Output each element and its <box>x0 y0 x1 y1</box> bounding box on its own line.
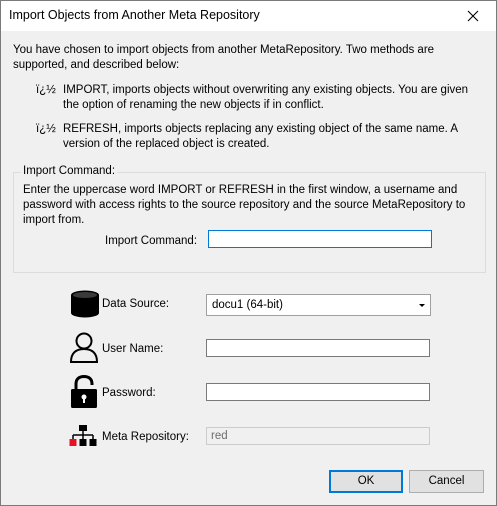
import-bullet: ï¿½ IMPORT, imports objects without over… <box>36 83 486 113</box>
bullet-text: REFRESH, imports objects replacing any e… <box>63 123 458 150</box>
refresh-bullet: ï¿½ REFRESH, imports objects replacing a… <box>36 122 486 152</box>
bullet-text: IMPORT, imports objects without overwrit… <box>63 84 469 111</box>
user-name-input[interactable] <box>206 339 430 357</box>
unlocked-padlock-icon <box>71 375 97 408</box>
title-bar[interactable]: Import Objects from Another Meta Reposit… <box>1 1 496 31</box>
bullet-mark: ï¿½ <box>36 84 56 96</box>
close-icon <box>467 10 479 22</box>
import-command-description: Enter the uppercase word IMPORT or REFRE… <box>23 184 466 226</box>
data-source-select[interactable]: docu1 (64-bit) <box>206 294 431 316</box>
database-icon <box>71 290 99 318</box>
password-label: Password: <box>102 387 156 399</box>
import-command-group-label: Import Command: <box>21 165 118 177</box>
import-dialog: Import Objects from Another Meta Reposit… <box>0 0 497 506</box>
import-command-input[interactable] <box>208 230 432 248</box>
cancel-button[interactable]: Cancel <box>409 470 484 493</box>
import-command-label: Import Command: <box>105 235 198 247</box>
data-source-label: Data Source: <box>102 298 170 310</box>
user-name-label: User Name: <box>102 343 164 355</box>
data-source-value: docu1 (64-bit) <box>212 299 283 311</box>
meta-repository-input: red <box>206 427 430 445</box>
ok-button[interactable]: OK <box>329 470 403 493</box>
network-hierarchy-icon <box>69 425 97 446</box>
password-input[interactable] <box>206 383 430 401</box>
user-icon <box>69 332 99 363</box>
dropdown-arrow-icon <box>419 304 425 307</box>
intro-text: You have chosen to import objects from a… <box>13 44 435 71</box>
meta-repository-label: Meta Repository: <box>102 431 189 443</box>
bullet-mark: ï¿½ <box>36 123 56 135</box>
window-title: Import Objects from Another Meta Reposit… <box>9 8 260 22</box>
close-button[interactable] <box>450 1 496 31</box>
